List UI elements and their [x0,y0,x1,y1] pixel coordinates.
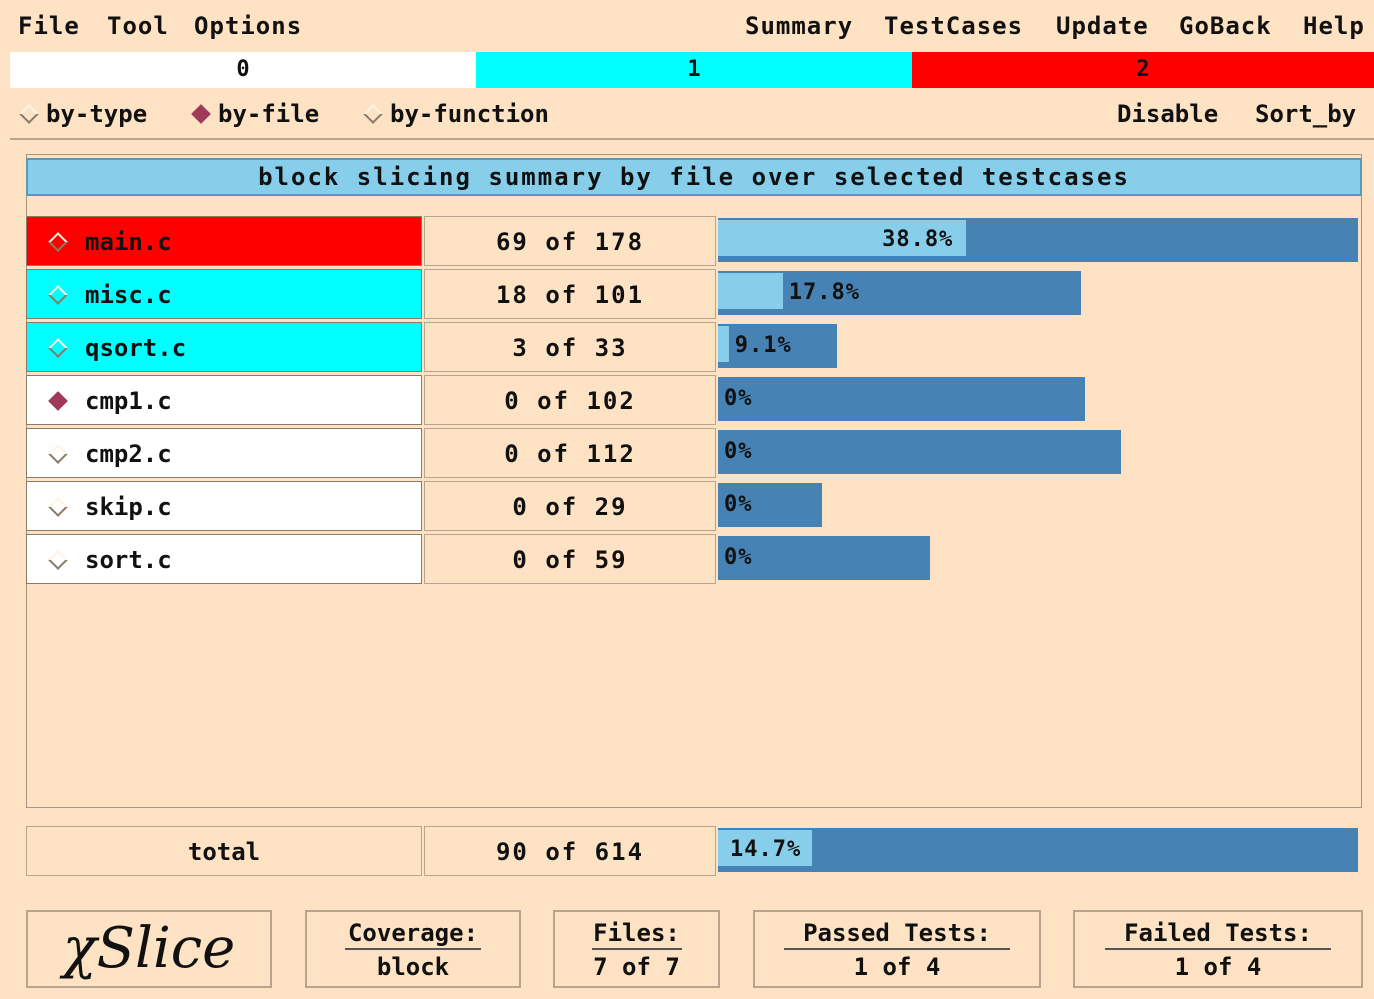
summary-title: block slicing summary by file over selec… [26,158,1362,196]
radio-by-function[interactable]: by-function [363,100,549,128]
coverage-percent: 0% [724,545,753,570]
failed-tests-label: Failed Tests: [1124,919,1312,947]
menu-goback[interactable]: GoBack [1179,12,1272,40]
total-bar: 14.7% [718,828,1358,872]
file-name-cell[interactable]: misc.c [26,269,422,319]
block-count: 18 of 101 [424,269,716,319]
scale-2[interactable]: 2 [912,52,1374,88]
files-box[interactable]: Files: 7 of 7 [553,910,720,988]
coverage-bar-fill [718,273,783,309]
radio-label: by-function [390,100,549,128]
file-name-cell[interactable]: main.c [26,216,422,266]
block-count: 0 of 29 [424,481,716,531]
file-row[interactable]: skip.c 0 of 29 0% [26,481,1362,533]
file-name: qsort.c [85,334,187,362]
scale-0[interactable]: 0 [10,52,476,88]
radio-on-icon [191,104,211,124]
file-row[interactable]: cmp1.c 0 of 102 0% [26,375,1362,427]
coverage-value: block [376,953,450,981]
radio-off-icon[interactable] [48,497,68,517]
radio-off-icon [19,104,39,124]
passed-tests-label: Passed Tests: [803,919,991,947]
failed-tests-box[interactable]: Failed Tests: 1 of 4 [1073,910,1363,988]
coverage-bar: 38.8% [718,218,1358,262]
passed-tests-box[interactable]: Passed Tests: 1 of 4 [753,910,1041,988]
total-count: 90 of 614 [424,826,716,876]
coverage-percent: 17.8% [788,280,860,305]
file-name-cell[interactable]: sort.c [26,534,422,584]
radio-off-icon[interactable] [48,444,68,464]
coverage-percent: 38.8% [882,227,954,252]
file-row[interactable]: sort.c 0 of 59 0% [26,534,1362,586]
menu-update[interactable]: Update [1056,12,1149,40]
file-name: misc.c [85,281,172,309]
file-name: cmp2.c [85,440,172,468]
coverage-bar: 0% [718,483,823,527]
files-label: Files: [593,919,680,947]
menubar: File Tool Options Summary TestCases Upda… [0,0,1374,52]
file-name: sort.c [85,546,172,574]
coverage-bar: 17.8% [718,271,1082,315]
coverage-bar: 0% [718,430,1121,474]
coverage-percent: 0% [724,439,753,464]
view-options-bar: by-type by-file by-function Disable Sort… [10,92,1374,140]
file-name-cell[interactable]: skip.c [26,481,422,531]
block-count: 0 of 102 [424,375,716,425]
block-count: 3 of 33 [424,322,716,372]
radio-by-file[interactable]: by-file [191,100,320,128]
files-value: 7 of 7 [593,953,680,981]
coverage-percent: 9.1% [734,333,792,358]
radio-by-type[interactable]: by-type [19,100,148,128]
coverage-percent: 0% [724,492,753,517]
radio-on-icon[interactable] [48,391,68,411]
coverage-percent: 0% [724,386,753,411]
menu-summary[interactable]: Summary [745,12,853,40]
radio-off-icon[interactable] [48,232,68,252]
passed-tests-value: 1 of 4 [853,953,941,981]
block-count: 69 of 178 [424,216,716,266]
file-name-cell[interactable]: qsort.c [26,322,422,372]
file-name: cmp1.c [85,387,172,415]
menu-options[interactable]: Options [194,12,302,40]
menu-help[interactable]: Help [1303,12,1365,40]
radio-off-icon [363,104,383,124]
file-row[interactable]: misc.c 18 of 101 17.8% [26,269,1362,321]
total-row: total 90 of 614 14.7% [26,826,1362,878]
coverage-bar: 0% [718,377,1085,421]
block-count: 0 of 112 [424,428,716,478]
file-row[interactable]: cmp2.c 0 of 112 0% [26,428,1362,480]
radio-label: by-type [46,100,148,128]
file-row[interactable]: qsort.c 3 of 33 9.1% [26,322,1362,374]
menu-file[interactable]: File [18,12,80,40]
coverage-label: Coverage: [347,919,479,947]
file-name: skip.c [85,493,172,521]
coverage-bar: 0% [718,536,931,580]
file-row[interactable]: main.c 69 of 178 38.8% [26,216,1362,268]
total-label: total [26,826,422,876]
xslice-logo: χSlice [26,910,272,988]
coverage-bar-fill [718,326,729,362]
menu-tool[interactable]: Tool [107,12,169,40]
coverage-bar: 9.1% [718,324,837,368]
coverage-box[interactable]: Coverage: block [305,910,521,988]
menu-testcases[interactable]: TestCases [884,12,1023,40]
disable-button[interactable]: Disable [1117,100,1218,128]
logo-text: χSlice [62,916,236,981]
radio-off-icon[interactable] [48,285,68,305]
failed-tests-value: 1 of 4 [1174,953,1262,981]
sort-by-button[interactable]: Sort_by [1255,100,1356,128]
radio-off-icon[interactable] [48,338,68,358]
block-count: 0 of 59 [424,534,716,584]
color-scale: 0 1 2 [10,52,1374,88]
radio-off-icon[interactable] [48,550,68,570]
radio-label: by-file [218,100,320,128]
file-name-cell[interactable]: cmp2.c [26,428,422,478]
total-percent: 14.7% [730,837,802,862]
file-name: main.c [85,228,172,256]
scale-1[interactable]: 1 [476,52,912,88]
file-name-cell[interactable]: cmp1.c [26,375,422,425]
